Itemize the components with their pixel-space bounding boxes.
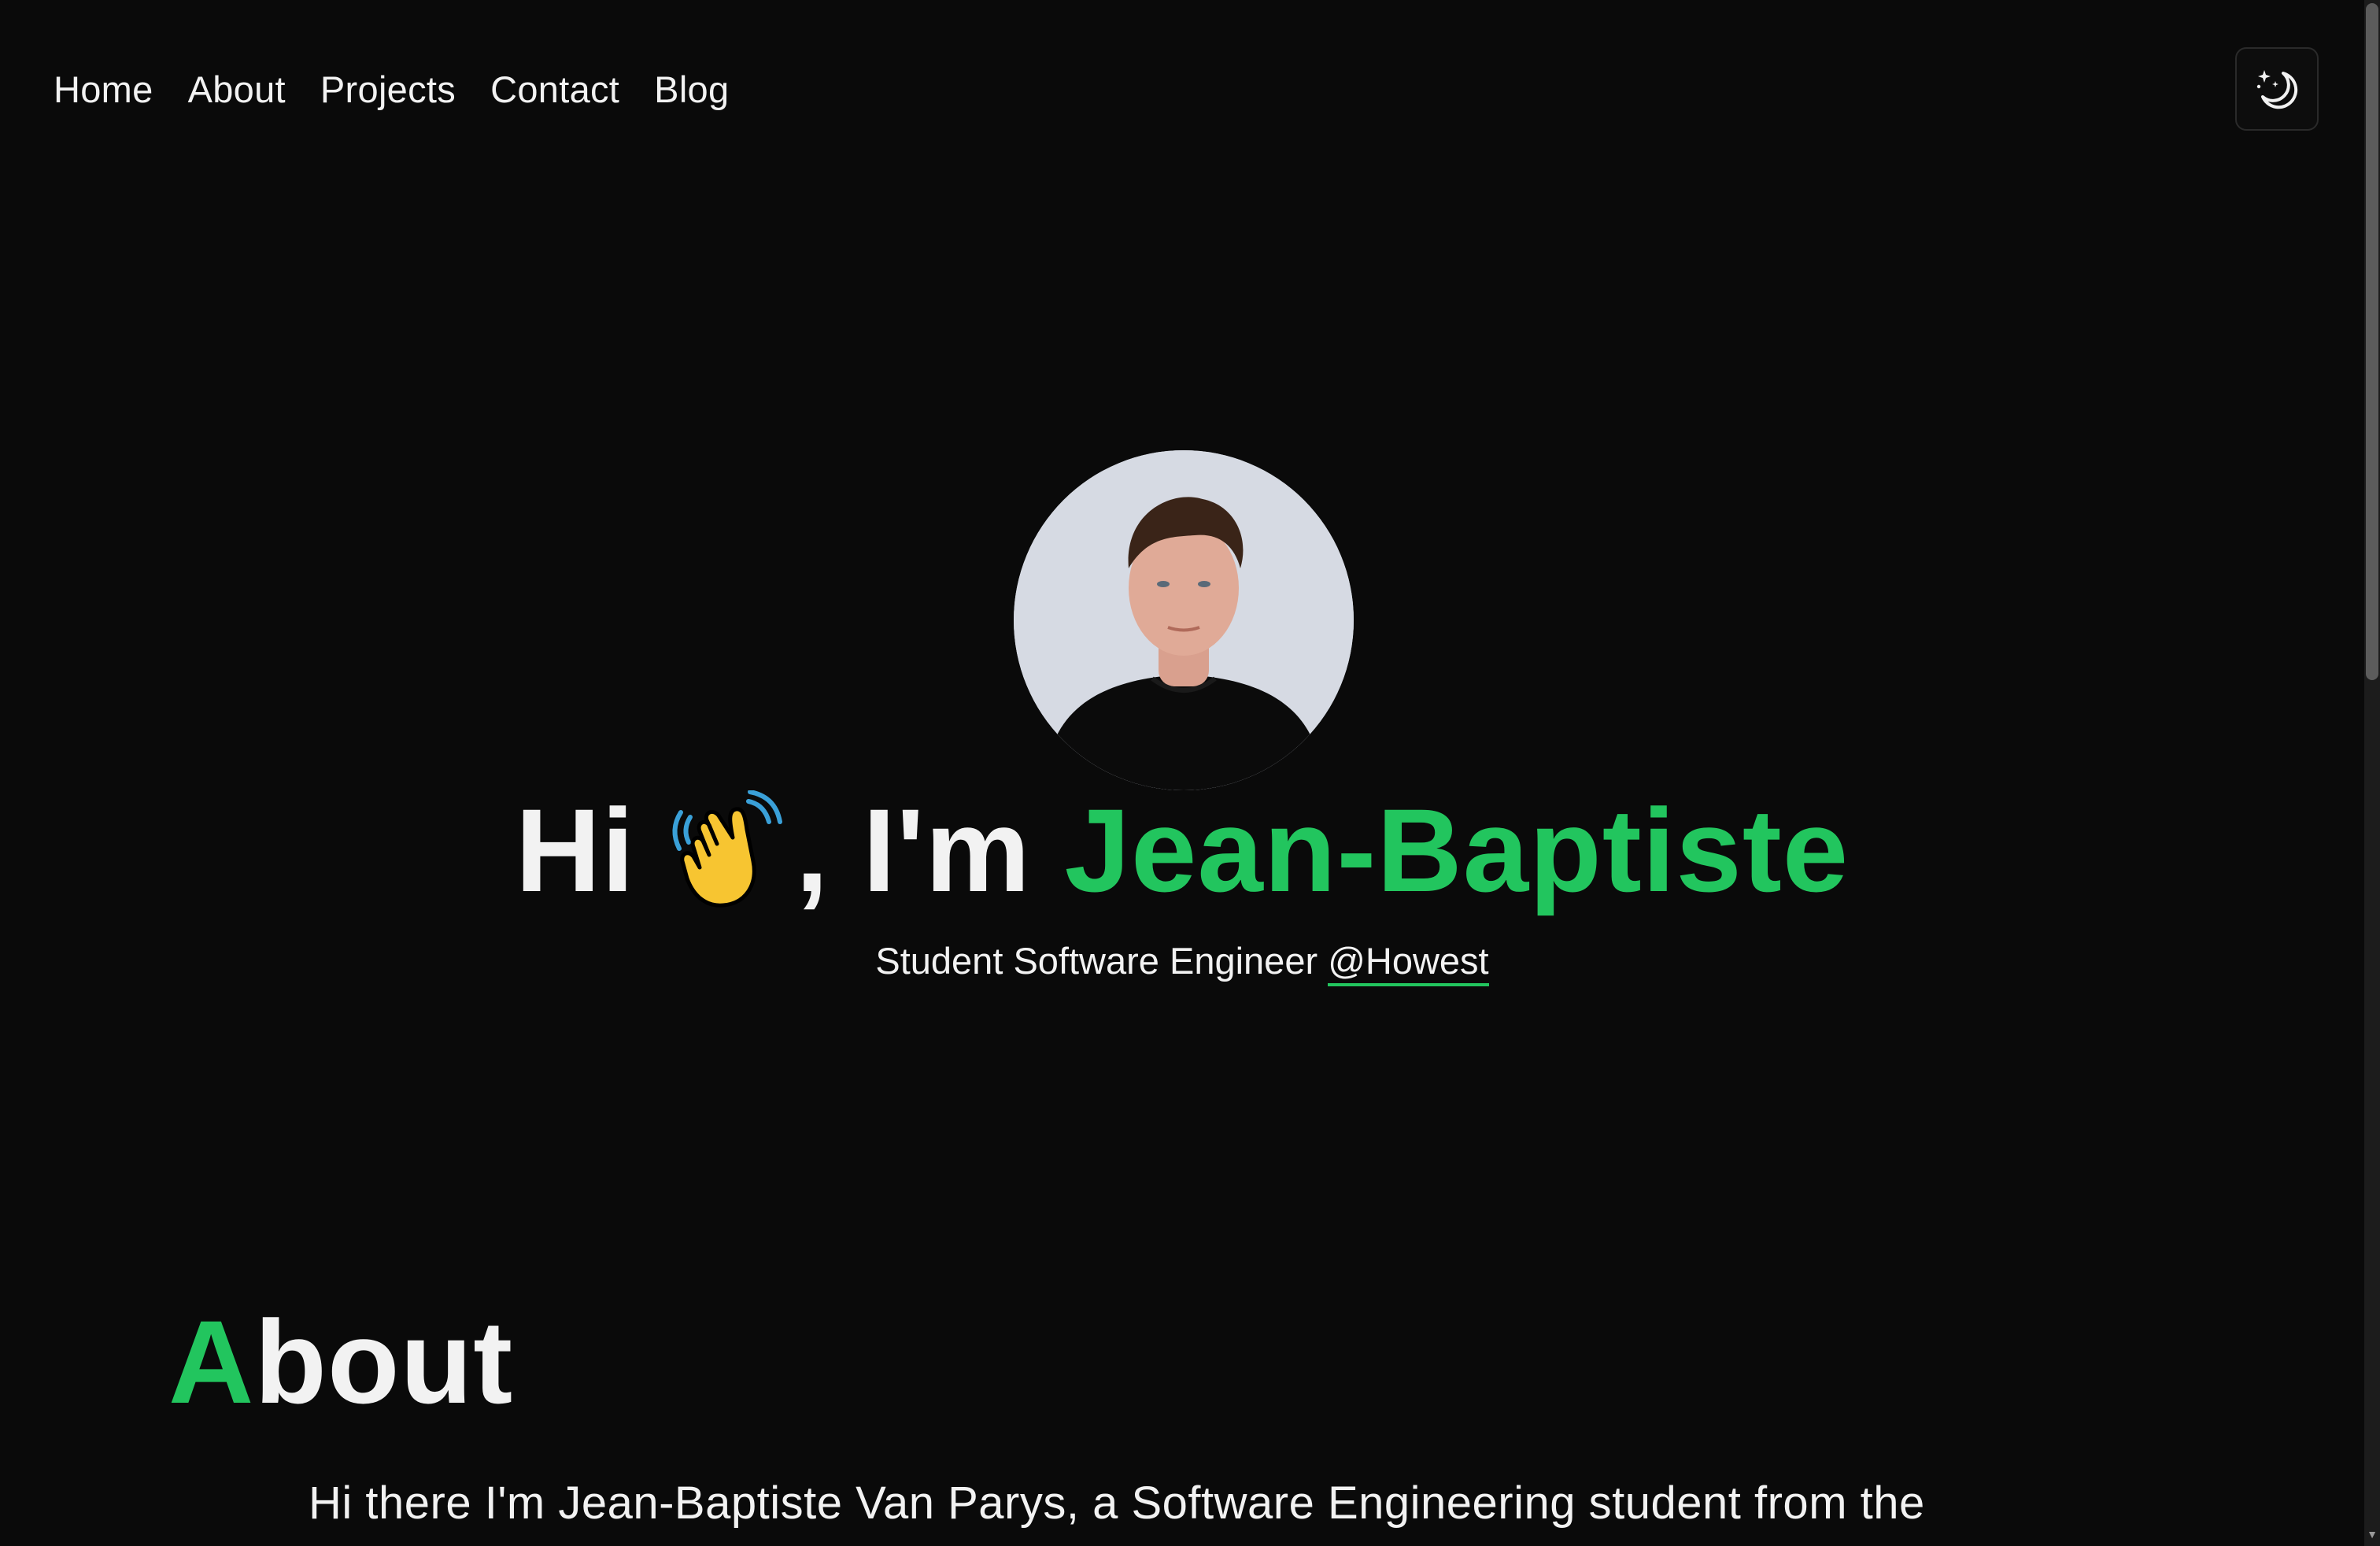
about-paragraph: Hi there I'm Jean-Baptiste Van Parys, a … <box>309 1478 1925 1529</box>
moon-stars-icon <box>2256 70 2298 109</box>
waving-hand-icon <box>667 790 785 908</box>
hero-name: Jean-Baptiste <box>1064 784 1850 916</box>
about-heading-rest: bout <box>254 1296 514 1428</box>
scrollbar-thumb[interactable] <box>2366 3 2378 680</box>
page: Home About Projects Contact Blog Hi , I'… <box>0 0 2380 1546</box>
nav-link-home[interactable]: Home <box>54 61 153 118</box>
about-heading-accent: A <box>168 1296 255 1428</box>
about-heading: About <box>168 1291 513 1433</box>
hero-greeting: Hi <box>515 784 635 916</box>
theme-toggle-button[interactable] <box>2235 47 2319 131</box>
main-nav: Home About Projects Contact Blog <box>54 61 729 118</box>
scroll-down-arrow-icon[interactable]: ▼ <box>2366 1527 2378 1541</box>
hero-subtitle-text: Student Software Engineer <box>875 940 1318 982</box>
hero-subtitle: Student Software Engineer @Howest <box>0 934 2364 989</box>
profile-photo <box>1014 450 1354 790</box>
profile-avatar <box>1014 450 1354 790</box>
hero-title: Hi , I'm Jean-Baptiste <box>0 779 2364 921</box>
howest-link[interactable]: @Howest <box>1328 940 1489 986</box>
nav-link-blog[interactable]: Blog <box>654 61 729 118</box>
nav-link-about[interactable]: About <box>188 61 286 118</box>
nav-link-projects[interactable]: Projects <box>320 61 456 118</box>
nav-link-contact[interactable]: Contact <box>490 61 619 118</box>
hero-intro: , I'm <box>795 784 1031 916</box>
